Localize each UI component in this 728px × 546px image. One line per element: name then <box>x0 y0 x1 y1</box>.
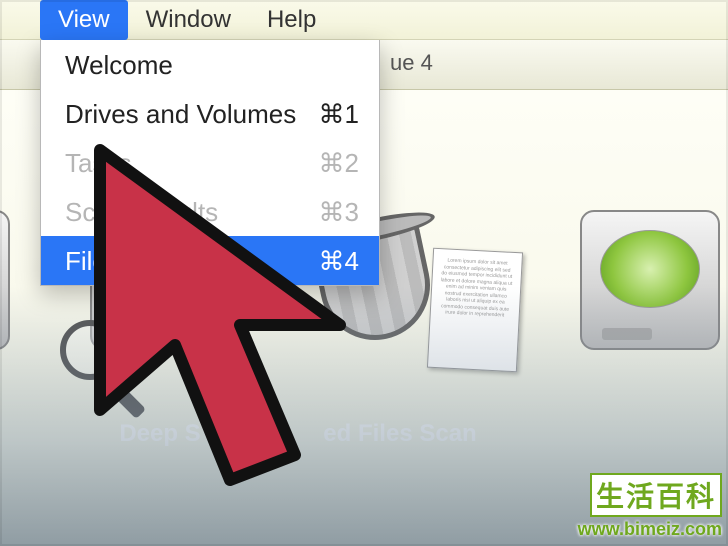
menu-item-label: Scan Results <box>65 197 218 228</box>
drive-green-icon <box>560 210 728 390</box>
menu-item-label: Welcome <box>65 50 173 81</box>
watermark-text: 生活百科 <box>590 473 722 517</box>
menu-item-welcome[interactable]: Welcome <box>41 40 379 89</box>
menu-item-scan-results: Scan Results ⌘3 <box>41 187 379 236</box>
menu-item-label: Tasks <box>65 148 131 179</box>
menu-item-label: Drives and Volumes <box>65 99 296 130</box>
card-label: Deep S <box>70 420 250 448</box>
drive-magnifier-icon <box>0 210 30 390</box>
watermark: 生活百科 www.bimeiz.com <box>578 473 722 540</box>
card-scan-partial[interactable]: an <box>0 210 30 546</box>
menubar: View Window Help <box>0 0 728 40</box>
menu-item-fileiq[interactable]: FileIQ ⌘4 <box>41 236 379 285</box>
view-menu-dropdown: Welcome Drives and Volumes ⌘1 Tasks ⌘2 S… <box>40 40 380 286</box>
card-label: ed Files Scan <box>290 420 510 448</box>
menu-item-label: FileIQ <box>65 246 134 277</box>
menu-item-tasks: Tasks ⌘2 <box>41 138 379 187</box>
menu-item-shortcut: ⌘3 <box>319 197 359 228</box>
menu-item-shortcut: ⌘1 <box>319 99 359 130</box>
menu-item-shortcut: ⌘4 <box>319 246 359 277</box>
menu-item-shortcut: ⌘2 <box>319 148 359 179</box>
menubar-item-window[interactable]: Window <box>128 0 249 40</box>
menu-item-drives-and-volumes[interactable]: Drives and Volumes ⌘1 <box>41 89 379 138</box>
tab-label-fragment: ue 4 <box>390 50 433 76</box>
menubar-item-view[interactable]: View <box>40 0 128 40</box>
watermark-url: www.bimeiz.com <box>578 519 722 540</box>
card-label: an <box>0 420 30 448</box>
menubar-item-help[interactable]: Help <box>249 0 334 40</box>
